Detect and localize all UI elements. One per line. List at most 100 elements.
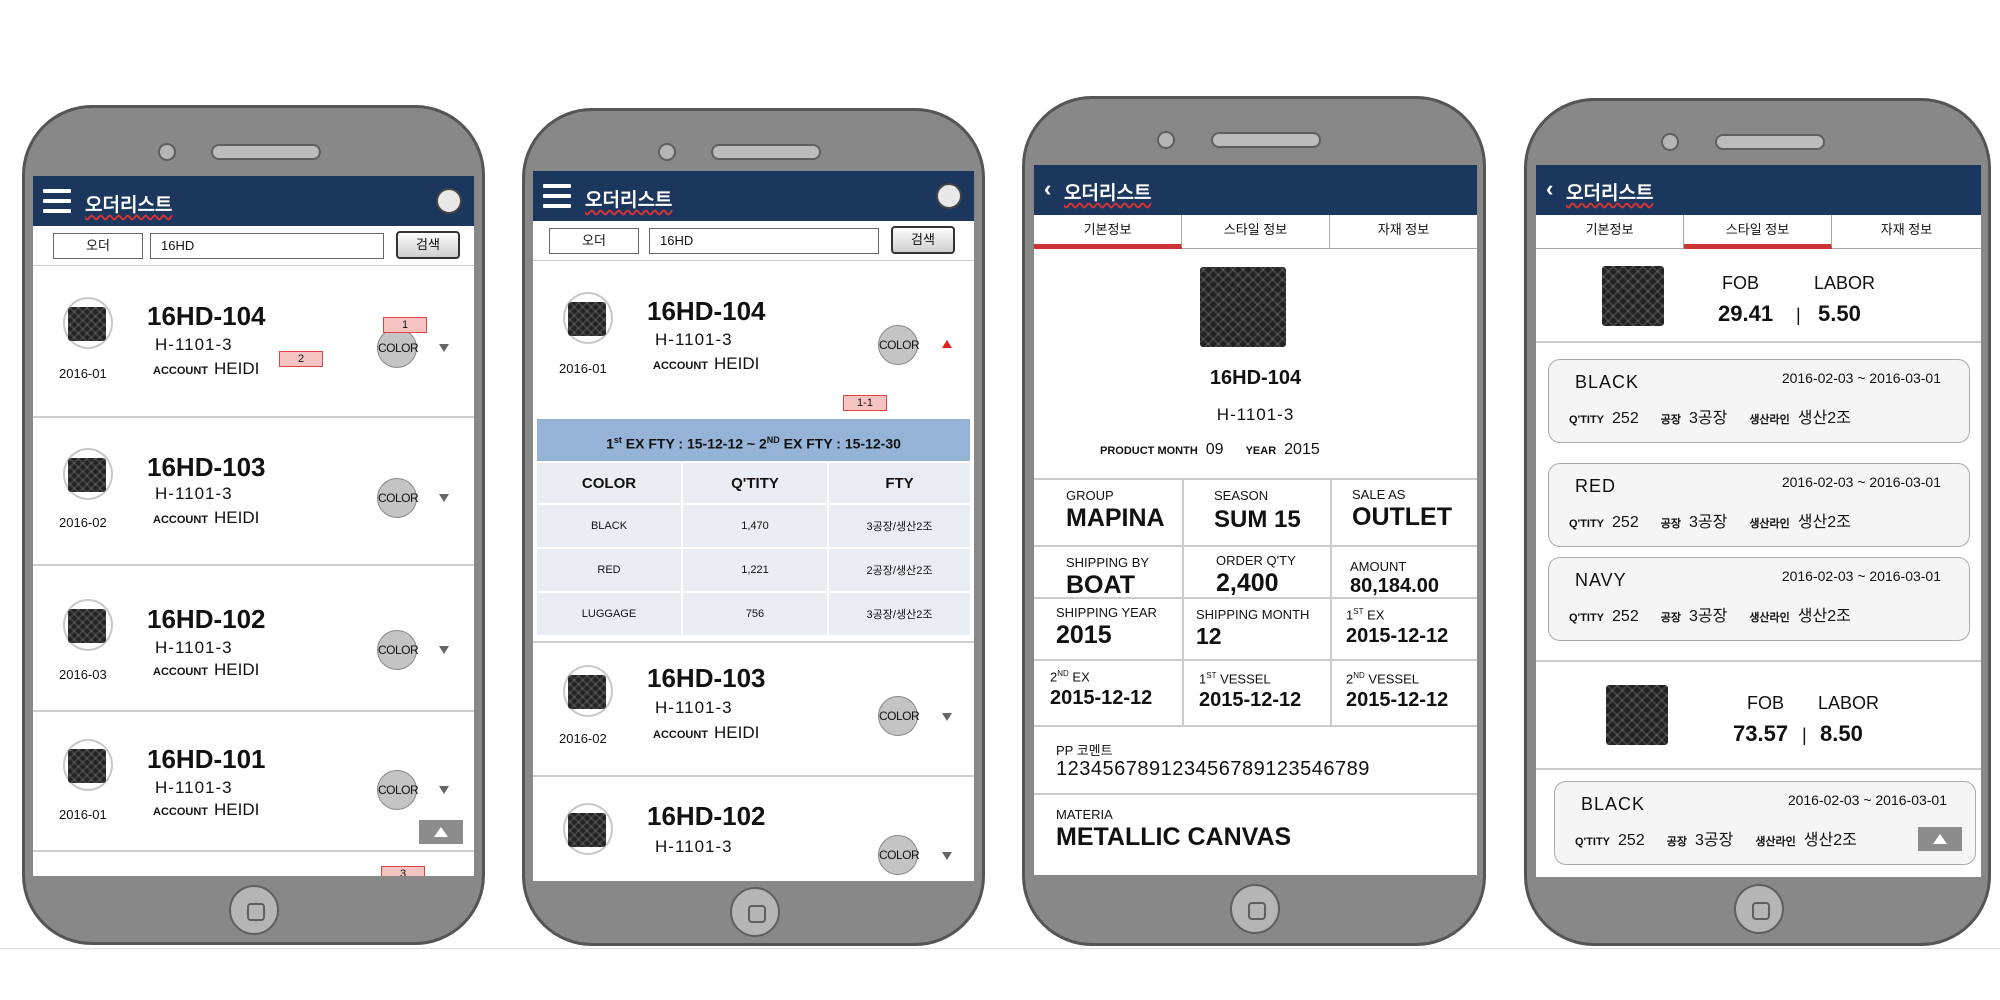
back-arrow-icon[interactable]: ‹ (1546, 176, 1553, 202)
search-button[interactable]: 검색 (396, 231, 460, 259)
profile-icon[interactable] (936, 183, 962, 209)
color-card[interactable]: BLACK 2016-02-03 ~ 2016-03-01 Q'TITY 252 공… (1548, 359, 1970, 443)
amount-label: AMOUNT (1350, 559, 1407, 574)
home-button[interactable] (1230, 884, 1280, 934)
tab-style-info[interactable]: 스타일 정보 (1182, 215, 1330, 249)
style-number: H-1101-3 (655, 330, 733, 349)
account-value: HEIDI (714, 723, 760, 742)
ex1-label: 1ST EX (1346, 607, 1384, 622)
account-info: ACCOUNT HEIDI (153, 359, 259, 379)
order-item-expanded[interactable]: 16HD-104 H-1101-3 2016-01 ACCOUNT HEIDI C… (533, 262, 974, 411)
tab-material-info[interactable]: 자재 정보 (1832, 215, 1981, 249)
chevron-down-icon[interactable] (439, 344, 449, 352)
tab-bar: 기본정보 스타일 정보 자재 정보 (1034, 215, 1477, 249)
app-bar: 오더리스트 (33, 176, 474, 226)
vessel2-label-text: VESSEL (1364, 671, 1419, 687)
color-card[interactable]: RED 2016-02-03 ~ 2016-03-01 Q'TITY 252 공장 3… (1548, 463, 1970, 547)
order-item[interactable]: 16HD-103 H-1101-3 2016-02 ACCOUNT HEIDI C… (533, 641, 974, 777)
chevron-down-icon[interactable] (439, 646, 449, 654)
order-code: 16HD-102 (147, 604, 266, 634)
color-detail-row: Q'TITY 252 공장 3공장 생산라인 생산2조 (1569, 602, 1851, 626)
product-thumbnail (63, 739, 113, 791)
account-info: ACCOUNT HEIDI (153, 508, 259, 528)
table-cell: 1,221 (681, 547, 829, 593)
fty-bar-text: st (613, 435, 622, 445)
order-code: 16HD-104 (147, 301, 266, 331)
bag-image (568, 675, 606, 709)
scroll-to-top-button[interactable] (1918, 827, 1962, 851)
style-number: H-1101-3 (155, 638, 233, 657)
speaker-grille (211, 144, 321, 160)
home-button[interactable] (1734, 884, 1784, 934)
search-button[interactable]: 검색 (891, 226, 955, 254)
table-row[interactable]: RED 1,221 2공장/생산2조 (535, 547, 972, 593)
color-card[interactable]: NAVY 2016-02-03 ~ 2016-03-01 Q'TITY 252 공장… (1548, 557, 1970, 641)
style-number: H-1101-3 (655, 698, 733, 717)
color-button[interactable]: COLOR (377, 630, 419, 670)
order-code: 16HD-102 (647, 801, 766, 831)
color-button[interactable]: COLOR (878, 325, 920, 365)
chevron-down-icon[interactable] (439, 786, 449, 794)
tab-material-info[interactable]: 자재 정보 (1330, 215, 1477, 249)
color-button[interactable]: COLOR (377, 478, 419, 518)
table-row[interactable]: BLACK 1,470 3공장/생산2조 (535, 503, 972, 549)
scroll-to-top-button[interactable] (419, 820, 463, 844)
factory-label: 공장 (1666, 836, 1687, 848)
color-button[interactable]: COLOR (377, 328, 419, 368)
profile-icon[interactable] (436, 188, 462, 214)
product-thumbnail (563, 292, 613, 344)
chevron-down-icon[interactable] (439, 494, 449, 502)
table-row[interactable]: LUGGAGE 756 3공장/생산2조 (535, 591, 972, 637)
order-item[interactable]: 16HD-101 H-1101-3 2016-01 ACCOUNT HEIDI C… (33, 712, 474, 852)
search-input[interactable]: 16HD (649, 228, 879, 254)
chevron-up-icon[interactable] (942, 340, 952, 348)
color-detail-row: Q'TITY 252 공장 3공장 생산라인 생산2조 (1569, 508, 1851, 532)
back-arrow-icon[interactable]: ‹ (1044, 176, 1051, 202)
color-quantity-table: COLOR Q'TITY FTY BLACK 1,470 3공장/생산2조 RE… (535, 461, 972, 637)
search-input[interactable]: 16HD (150, 233, 384, 259)
color-card[interactable]: BLACK 2016-02-03 ~ 2016-03-01 Q'TITY 252 공… (1554, 781, 1976, 865)
tab-basic-info[interactable]: 기본정보 (1536, 215, 1684, 249)
materia-label: MATERIA (1056, 807, 1113, 822)
annotation-marker: 1-1 (843, 395, 887, 411)
order-item[interactable]: 16HD-102 H-1101-3 COLOR (533, 777, 974, 881)
chevron-down-icon[interactable] (942, 852, 952, 860)
menu-icon[interactable] (43, 189, 71, 213)
tab-style-info[interactable]: 스타일 정보 (1684, 215, 1832, 249)
account-label: ACCOUNT (153, 806, 208, 818)
factory-value: 3공장 (1688, 514, 1728, 531)
screen-order-list: 오더리스트 오더 16HD 검색 16HD-104 H-1101-3 2016-… (33, 176, 474, 876)
order-item[interactable]: 16HD-103 H-1101-3 2016-02 ACCOUNT HEIDI C… (33, 418, 474, 566)
bottom-divider (0, 948, 2000, 949)
color-name: BLACK (1575, 372, 1640, 392)
qty-label: Q'TITY (1575, 836, 1611, 848)
table-cell: RED (535, 547, 683, 593)
color-button[interactable]: COLOR (878, 835, 920, 875)
tab-basic-info[interactable]: 기본정보 (1034, 215, 1182, 249)
speaker-grille (1211, 132, 1321, 148)
search-type-select[interactable]: 오더 (549, 228, 639, 254)
table-cell: 756 (681, 591, 829, 637)
color-button[interactable]: COLOR (878, 696, 920, 736)
speaker-grille (711, 144, 821, 160)
fty-bar-text: ND (766, 435, 780, 445)
search-type-select[interactable]: 오더 (53, 233, 143, 259)
divider (1034, 478, 1477, 480)
order-date: 2016-01 (59, 366, 107, 381)
order-item[interactable]: 16HD-102 H-1101-3 2016-03 ACCOUNT HEIDI C… (33, 566, 474, 712)
shipping-by-value: BOAT (1066, 571, 1135, 599)
order-item[interactable]: 16HD-104 H-1101-3 2016-01 ACCOUNT HEIDI C… (33, 267, 474, 418)
color-button[interactable]: COLOR (377, 770, 419, 810)
page-title: 오더리스트 (85, 195, 173, 216)
home-button[interactable] (229, 885, 279, 935)
divider (1182, 478, 1184, 725)
shipping-month-value: 12 (1196, 623, 1222, 649)
ex2-label-text: EX (1068, 669, 1090, 685)
chevron-down-icon[interactable] (942, 713, 952, 721)
home-button[interactable] (730, 887, 780, 937)
product-thumbnail (563, 665, 613, 717)
product-thumbnail (563, 803, 613, 855)
color-detail-row: Q'TITY 252 공장 3공장 생산라인 생산2조 (1569, 404, 1851, 428)
bag-image (68, 458, 106, 492)
menu-icon[interactable] (543, 184, 571, 208)
